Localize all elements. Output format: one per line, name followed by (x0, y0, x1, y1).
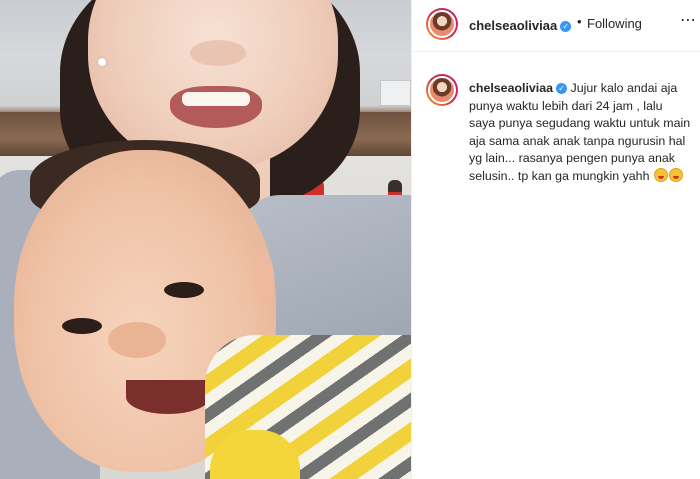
grinning-squinting-emoji-icon (653, 167, 668, 182)
post-side-panel: chelseaoliviaa ✓ • Following ⋯ chelseaoli… (411, 0, 700, 479)
profile-avatar[interactable] (426, 8, 458, 40)
avatar-image (428, 10, 456, 38)
mother-earring (98, 58, 106, 66)
caption: chelseaoliviaa ✓ Jujur kalo andai aja pun… (469, 80, 691, 185)
mother-teeth (182, 92, 250, 106)
baby-mouth (126, 380, 210, 414)
air-conditioner (380, 80, 411, 106)
header-username[interactable]: chelseaoliviaa (469, 18, 557, 33)
more-options-icon[interactable]: ⋯ (680, 10, 697, 29)
grinning-squinting-emoji-icon (668, 167, 683, 182)
caption-text: Jujur kalo andai aja punya waktu lebih d… (469, 81, 691, 183)
following-button[interactable]: Following (587, 16, 642, 31)
header-separator: • (577, 14, 582, 29)
post-photo[interactable] (0, 0, 411, 479)
caption-avatar-image (428, 76, 456, 104)
post-header: chelseaoliviaa ✓ • Following ⋯ (412, 0, 700, 52)
caption-username[interactable]: chelseaoliviaa (469, 81, 553, 95)
caption-verified-badge-icon: ✓ (556, 83, 568, 94)
instagram-post: chelseaoliviaa ✓ • Following ⋯ chelseaoli… (0, 0, 700, 479)
baby-nose (108, 322, 166, 358)
header-username-wrap: chelseaoliviaa ✓ (469, 17, 572, 35)
baby-right-eye (164, 282, 204, 298)
mother-nose (190, 40, 246, 66)
baby-left-eye (62, 318, 102, 334)
baby-ear (252, 252, 274, 304)
caption-avatar[interactable] (426, 74, 458, 106)
verified-badge-icon: ✓ (560, 21, 572, 32)
